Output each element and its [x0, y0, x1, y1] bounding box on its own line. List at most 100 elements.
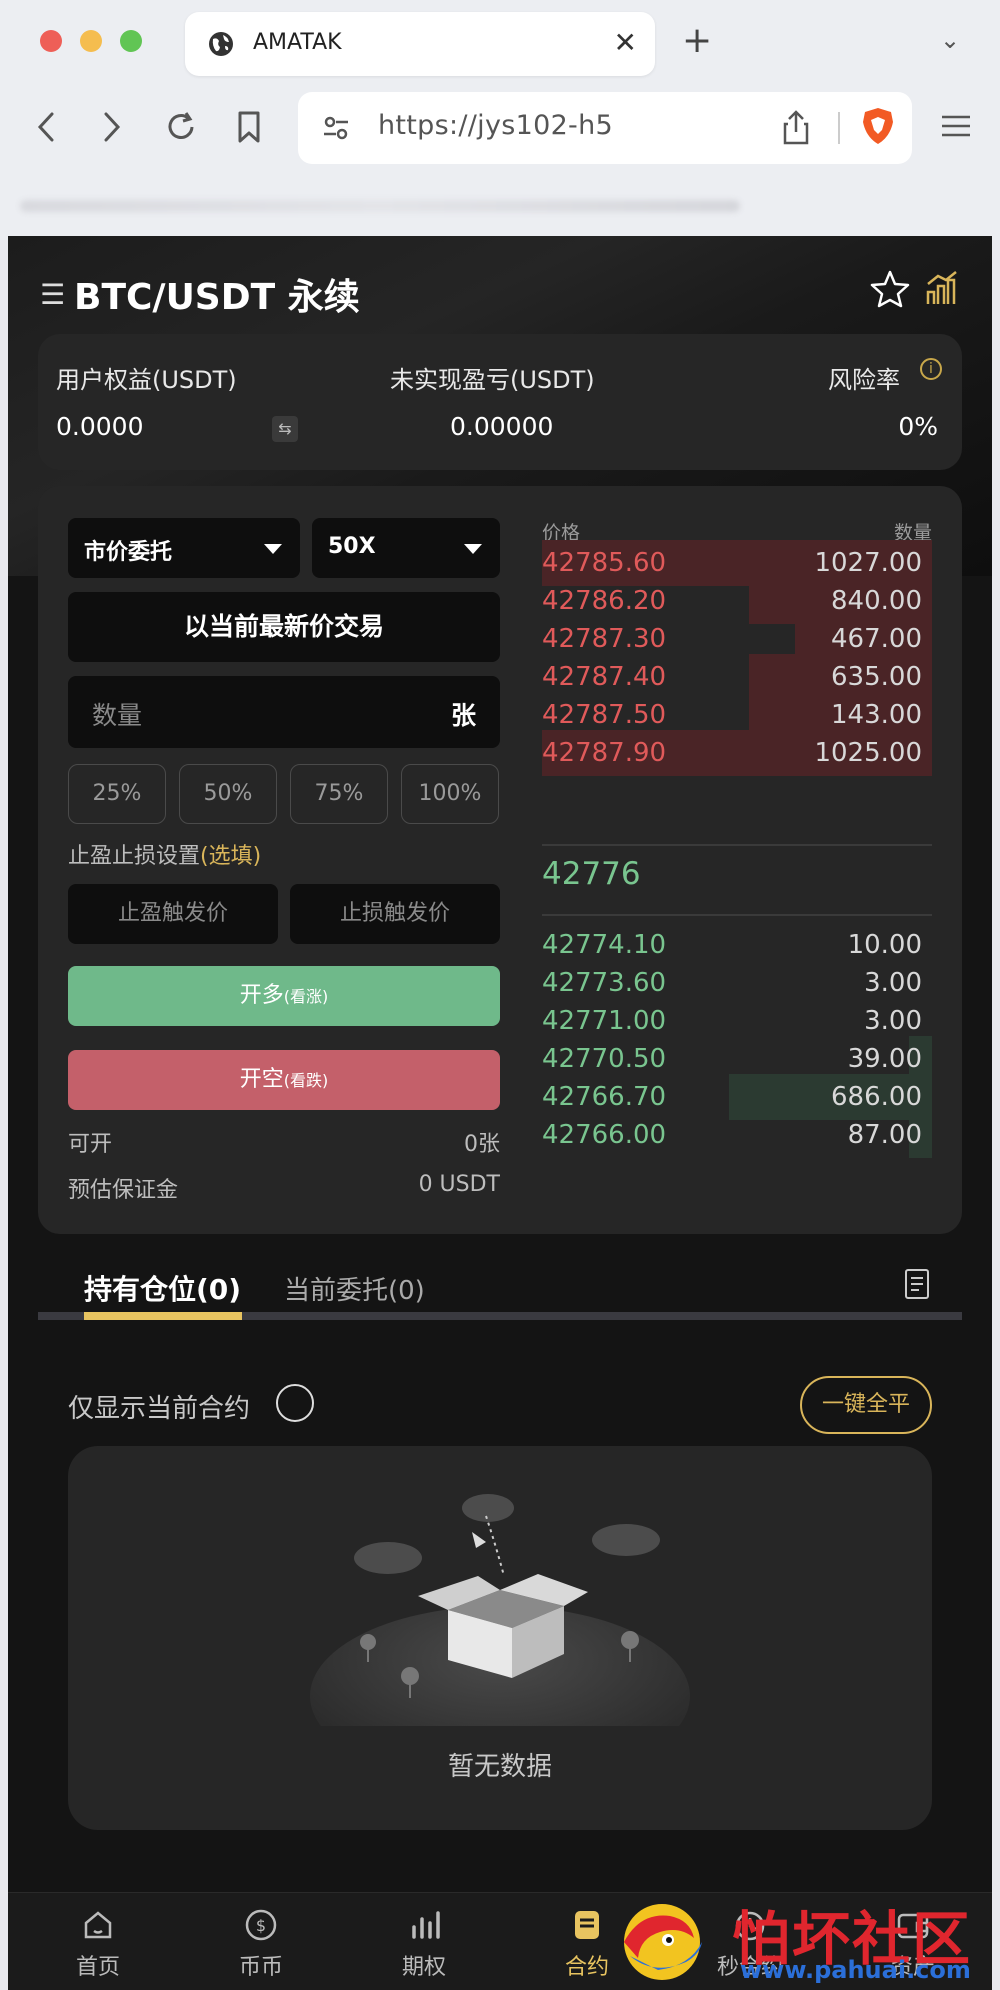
leverage-value: 50X [328, 534, 376, 559]
tab-title: AMATAK [253, 30, 342, 55]
globe-icon [209, 32, 233, 56]
order-qty: 840.00 [831, 586, 922, 616]
open-long-button[interactable]: 开多(看涨) [68, 966, 500, 1026]
nav-options-label: 期权 [401, 1955, 446, 1980]
empty-text: 暂无数据 [447, 1752, 552, 1782]
order-type-select[interactable]: 市价委托 [68, 518, 300, 578]
star-icon[interactable] [870, 270, 910, 308]
risk-rate-value: 0% [898, 412, 938, 441]
share-icon[interactable] [782, 110, 810, 146]
unrealized-pnl-value: 0.00000 [450, 412, 554, 441]
tab-holdings[interactable]: 持有仓位(0) [84, 1268, 241, 1308]
stop-loss-input[interactable]: 止损触发价 [290, 884, 500, 944]
contract-icon [575, 1911, 599, 1939]
order-qty: 467.00 [831, 624, 922, 654]
back-icon[interactable] [34, 110, 58, 144]
equity-value: 0.0000 [56, 412, 144, 441]
zoom-window-button[interactable] [120, 30, 142, 52]
browser-tab[interactable]: AMATAK ✕ [185, 12, 655, 76]
menu-icon[interactable] [940, 114, 972, 138]
document-icon[interactable] [904, 1268, 930, 1300]
order-price: 42774.10 [542, 930, 667, 960]
blurred-bookmarks-bar [20, 200, 740, 212]
margin-label: 预估保证金 [68, 1178, 179, 1203]
order-type-value: 市价委托 [84, 540, 173, 565]
empty-box-illustration [310, 1494, 690, 1726]
quantity-unit: 张 [450, 701, 476, 730]
order-price: 42771.00 [542, 1006, 667, 1036]
svg-text:$: $ [256, 1916, 266, 1935]
only-current-radio[interactable] [276, 1384, 314, 1422]
percent-75-button[interactable]: 75% [290, 764, 388, 824]
transfer-icon[interactable]: ⇆ [272, 416, 298, 442]
chevron-down-icon[interactable]: ⌄ [940, 26, 960, 54]
forward-icon[interactable] [100, 110, 124, 144]
margin-value: 0 USDT [418, 1172, 500, 1197]
take-profit-input[interactable]: 止盈触发价 [68, 884, 278, 944]
page-header: ☰ BTC/USDT 永续 [8, 236, 992, 332]
available-value: 0张 [464, 1132, 500, 1157]
order-price: 42787.50 [542, 700, 667, 730]
coin-icon: $ [245, 1909, 277, 1941]
order-price: 42766.00 [542, 1120, 667, 1150]
order-qty: 1025.00 [814, 738, 922, 768]
close-window-button[interactable] [40, 30, 62, 52]
order-qty: 686.00 [831, 1082, 922, 1112]
last-price: 42776 [542, 856, 641, 892]
browser-chrome: AMATAK ✕ + ⌄ https://jys102-h5 [0, 0, 1000, 240]
tpsl-label-text: 止盈止损设置 [68, 844, 201, 869]
percent-100-button[interactable]: 100% [401, 764, 499, 824]
long-sub: (看涨) [283, 987, 329, 1006]
order-price: 42770.50 [542, 1044, 667, 1074]
bid-row[interactable]: 42766.00 87.00 [542, 1112, 932, 1158]
quantity-placeholder: 数量 [92, 701, 143, 730]
positions-tabs: 持有仓位(0) 当前委托(0) [38, 1254, 962, 1320]
info-icon[interactable]: i [920, 358, 942, 380]
nav-spot[interactable]: $ 币币 [201, 1893, 321, 1990]
tab-open-orders[interactable]: 当前委托(0) [284, 1270, 425, 1307]
order-qty: 3.00 [864, 1006, 922, 1036]
divider [542, 844, 932, 846]
order-price: 42786.20 [542, 586, 667, 616]
order-qty: 635.00 [831, 662, 922, 692]
ask-row[interactable]: 42787.90 1025.00 [542, 730, 932, 776]
risk-rate-label: 风险率 [828, 366, 900, 394]
back-menu-icon[interactable]: ☰ [40, 278, 65, 311]
order-price: 42766.70 [542, 1082, 667, 1112]
url-text[interactable]: https://jys102-h5 [378, 110, 613, 141]
chart-icon[interactable] [924, 270, 960, 306]
open-short-button[interactable]: 开空(看跌) [68, 1050, 500, 1110]
short-label: 开空 [239, 1067, 284, 1092]
equity-label: 用户权益(USDT) [56, 366, 237, 394]
latest-price-button[interactable]: 以当前最新价交易 [68, 592, 500, 662]
address-bar[interactable]: https://jys102-h5 [298, 92, 912, 164]
percent-25-button[interactable]: 25% [68, 764, 166, 824]
account-summary: 用户权益(USDT) 0.0000 ⇆ 未实现盈亏(USDT) 0.00000 … [38, 334, 962, 470]
only-current-label: 仅显示当前合约 [68, 1394, 251, 1424]
quantity-input[interactable]: 数量 张 [68, 676, 500, 748]
leverage-select[interactable]: 50X [312, 518, 500, 578]
trade-panel: 市价委托 50X 以当前最新价交易 数量 张 25% 50% 75% 100% … [38, 486, 962, 1234]
order-price: 42787.90 [542, 738, 667, 768]
reload-icon[interactable] [164, 110, 198, 144]
divider [542, 914, 932, 916]
tab-active-indicator [84, 1312, 242, 1320]
brave-shield-icon[interactable] [860, 106, 896, 146]
close-tab-icon[interactable]: ✕ [614, 26, 637, 59]
tpsl-optional: (选填) [200, 844, 262, 869]
home-icon [84, 1911, 112, 1939]
close-all-button[interactable]: 一键全平 [800, 1376, 932, 1434]
bookmark-icon[interactable] [236, 110, 262, 144]
order-qty: 87.00 [847, 1120, 922, 1150]
separator [838, 112, 840, 144]
order-qty: 39.00 [847, 1044, 922, 1074]
empty-state: 暂无数据 [68, 1446, 932, 1830]
percent-50-button[interactable]: 50% [179, 764, 277, 824]
nav-home[interactable]: 首页 [38, 1893, 158, 1990]
new-tab-icon[interactable]: + [682, 20, 712, 61]
minimize-window-button[interactable] [80, 30, 102, 52]
nav-options[interactable]: 期权 [364, 1893, 484, 1990]
site-settings-icon[interactable] [322, 114, 350, 142]
order-price: 42787.30 [542, 624, 667, 654]
page-title[interactable]: BTC/USDT 永续 [74, 268, 360, 320]
